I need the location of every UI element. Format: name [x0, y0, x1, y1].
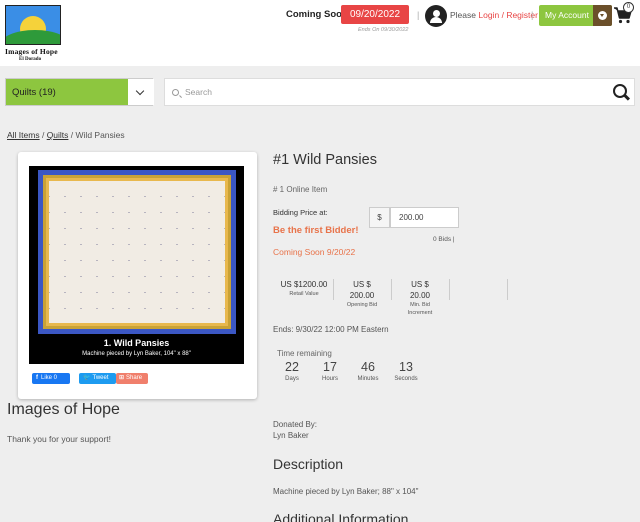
site-header: Images of Hope El Dorado Coming Soon 09/…: [0, 0, 640, 66]
login-prompt: Please Login / Register: [450, 10, 538, 20]
photo-caption-subtitle: Machine pieced by Lyn Baker, 104" x 88": [82, 351, 191, 357]
thank-you-text: Thank you for your support!: [7, 434, 111, 444]
bid-price-label: Bidding Price at:: [273, 208, 328, 217]
coming-soon-notice: Coming Soon 9/20/22: [273, 247, 356, 257]
countdown-hours: 17 Hours: [321, 360, 338, 382]
search-input[interactable]: [185, 85, 585, 99]
photo-caption-title: 1. Wild Pansies: [103, 338, 170, 348]
category-label: Quilts (19): [12, 87, 56, 98]
organization-name: Images of Hope: [7, 401, 120, 418]
tweet-button[interactable]: 🐦 Tweet: [79, 373, 116, 384]
search-icon: [172, 89, 179, 96]
retail-value-stat: US $1200.00 Retail Value: [280, 280, 328, 297]
additional-info-heading: Additional Information: [273, 511, 409, 522]
countdown-days: 22 Days: [285, 360, 299, 382]
description-text: Machine pieced by Lyn Baker; 88" x 104": [273, 487, 419, 496]
auction-end-time: Ends: 9/30/22 12:00 PM Eastern: [273, 325, 389, 334]
hill-shape: [6, 30, 60, 44]
donated-by-label: Donated By:: [273, 420, 318, 429]
logo-title: Images of Hope: [5, 47, 58, 56]
my-account-label: My Account: [545, 10, 589, 20]
logo-image: [5, 5, 61, 45]
breadcrumb-all-items[interactable]: All Items: [7, 130, 40, 140]
time-remaining-label: Time remaining: [277, 349, 332, 358]
facebook-like-button[interactable]: f Like 0: [32, 373, 70, 384]
chevron-down-icon[interactable]: [128, 79, 154, 105]
category-select[interactable]: Quilts (19): [5, 78, 154, 106]
stat-divider: [449, 279, 450, 300]
countdown-seconds: 13 Seconds: [394, 360, 418, 382]
stat-divider: [507, 279, 508, 300]
countdown-minutes: 46 Minutes: [357, 360, 379, 382]
ends-on-note: Ends On 09/30/2022: [358, 27, 409, 33]
facebook-icon: f: [36, 375, 38, 381]
login-link[interactable]: Login: [478, 10, 499, 20]
stat-divider: [333, 279, 334, 300]
account-dropdown-icon[interactable]: [593, 5, 612, 26]
opening-bid-stat: US $ 200.00 Opening Bid: [346, 280, 378, 308]
donor-name: Lyn Baker: [273, 431, 309, 440]
share-icon: ⊞: [119, 375, 125, 381]
start-date-badge: 09/20/2022: [341, 5, 409, 24]
my-account-button[interactable]: My Account: [539, 5, 612, 26]
bid-amount-input[interactable]: [390, 207, 459, 228]
first-bidder-notice: Be the first Bidder!: [273, 225, 359, 236]
bids-count[interactable]: 0 Bids |: [433, 236, 455, 243]
item-subtitle: # 1 Online Item: [273, 185, 328, 194]
header-separator: |: [417, 10, 420, 20]
breadcrumb-current: Wild Pansies: [75, 130, 125, 140]
search-button-icon[interactable]: [613, 84, 627, 98]
breadcrumb-category[interactable]: Quilts: [47, 130, 69, 140]
quilt-image: [38, 170, 236, 334]
share-button[interactable]: ⊞ Share: [116, 373, 148, 384]
min-bid-increment-stat: US $ 20.00 Min. Bid Increment: [407, 280, 433, 316]
twitter-icon: 🐦: [83, 375, 91, 381]
header-separator: |: [531, 10, 534, 20]
breadcrumb: All Items / Quilts / Wild Pansies: [7, 130, 125, 140]
item-photo[interactable]: 1. Wild Pansies Machine pieced by Lyn Ba…: [29, 166, 244, 364]
currency-addon: $: [369, 207, 390, 228]
logo-subtitle: El Dorado: [19, 57, 42, 62]
site-logo[interactable]: Images of Hope El Dorado: [5, 5, 61, 62]
description-heading: Description: [273, 456, 344, 472]
stat-divider: [391, 279, 392, 300]
user-icon[interactable]: [425, 5, 447, 27]
item-title: #1 Wild Pansies: [273, 152, 377, 168]
coming-soon-label: Coming Soon: [286, 9, 348, 20]
search-bar: [164, 78, 635, 106]
cart-count-badge: 0: [623, 2, 634, 13]
item-image-card: 1. Wild Pansies Machine pieced by Lyn Ba…: [18, 152, 257, 399]
